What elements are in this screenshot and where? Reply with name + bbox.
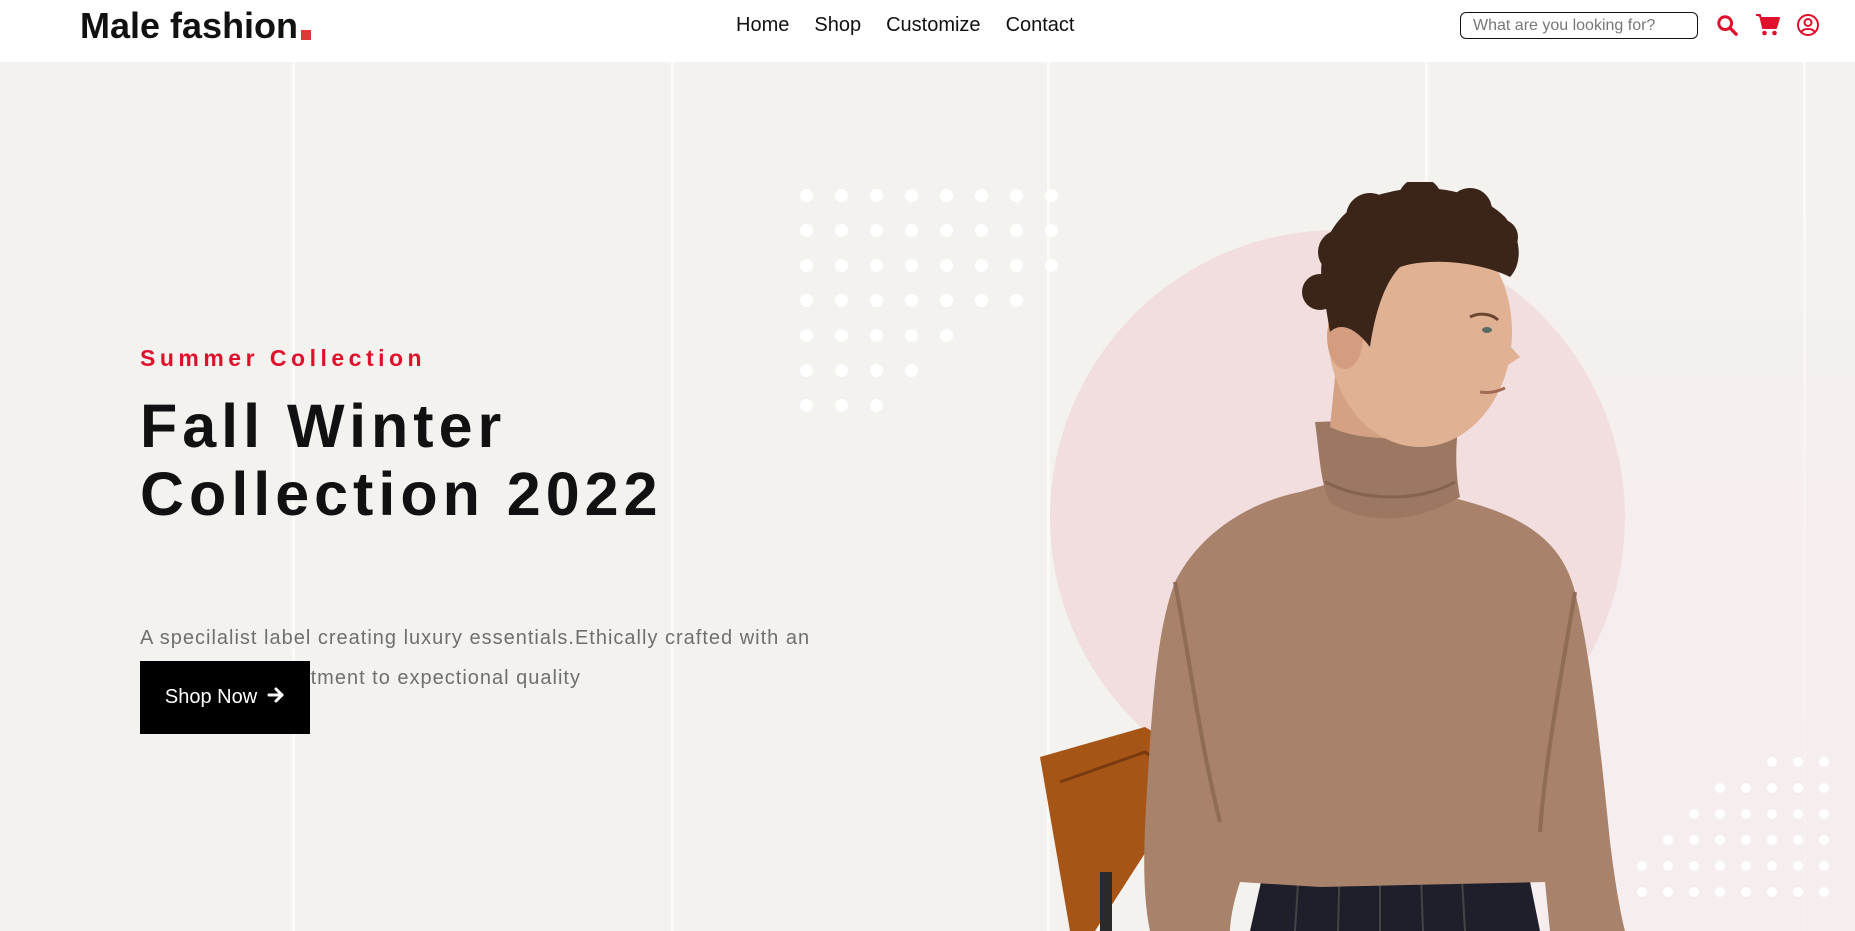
decorative-dot: [1715, 887, 1725, 897]
decorative-dot: [940, 259, 953, 272]
hero-title: Fall Winter Collection 2022: [140, 392, 860, 528]
decorative-dot: [870, 399, 883, 412]
decorative-dot: [1741, 835, 1751, 845]
nav-customize[interactable]: Customize: [886, 12, 980, 38]
logo-dot: [301, 30, 312, 40]
decorative-dot: [835, 329, 848, 342]
decorative-dot: [1741, 783, 1751, 793]
decorative-dot: [835, 364, 848, 377]
decorative-dot: [1767, 783, 1777, 793]
decorative-dot: [975, 189, 988, 202]
decorative-dot: [1819, 887, 1829, 897]
decorative-dot: [1793, 757, 1803, 767]
decorative-dot: [870, 259, 883, 272]
shop-now-button[interactable]: Shop Now: [140, 661, 310, 734]
decorative-dot: [870, 364, 883, 377]
decorative-dot: [800, 189, 813, 202]
decorative-dot: [800, 329, 813, 342]
decorative-dot: [1741, 809, 1751, 819]
decorative-dot: [940, 189, 953, 202]
site-header: Male fashion Home Shop Customize Contact: [0, 0, 1855, 62]
arrow-right-icon: [267, 686, 285, 710]
decorative-dot: [1793, 835, 1803, 845]
decorative-dot: [975, 224, 988, 237]
decorative-dot: [975, 259, 988, 272]
decorative-dot: [870, 294, 883, 307]
hero-title-line-2: Collection 2022: [140, 460, 663, 528]
decorative-dot: [1819, 783, 1829, 793]
decorative-dot: [940, 294, 953, 307]
decorative-dot: [800, 224, 813, 237]
decorative-dot: [870, 224, 883, 237]
search-input[interactable]: [1460, 12, 1698, 39]
main-nav: Home Shop Customize Contact: [736, 12, 1100, 38]
shop-now-label: Shop Now: [164, 686, 258, 708]
decorative-dot: [905, 329, 918, 342]
user-icon[interactable]: [1795, 12, 1821, 38]
decorative-dot: [870, 189, 883, 202]
decorative-dot: [1741, 887, 1751, 897]
nav-shop[interactable]: Shop: [814, 12, 861, 38]
hero-subtitle: Summer Collection: [140, 345, 427, 371]
decorative-dot: [1767, 809, 1777, 819]
decorative-dot: [905, 259, 918, 272]
cart-icon[interactable]: [1755, 12, 1781, 38]
decorative-dot: [1767, 757, 1777, 767]
decorative-dot: [1819, 835, 1829, 845]
logo[interactable]: Male fashion: [80, 4, 312, 48]
decorative-dot: [1715, 861, 1725, 871]
decorative-dot: [905, 364, 918, 377]
hero-section: Summer Collection Fall Winter Collection…: [0, 62, 1855, 931]
decorative-dot: [1767, 861, 1777, 871]
decorative-dot: [1819, 809, 1829, 819]
decorative-dot: [1715, 835, 1725, 845]
decorative-dot: [1793, 861, 1803, 871]
decorative-dot: [835, 294, 848, 307]
decorative-dot: [870, 329, 883, 342]
decorative-dot: [1767, 835, 1777, 845]
hero-model-image: [1040, 182, 1625, 931]
search-icon[interactable]: [1714, 12, 1740, 38]
decorative-dot: [940, 224, 953, 237]
decorative-dot: [1715, 783, 1725, 793]
decorative-dot: [1793, 887, 1803, 897]
decorative-dot: [975, 294, 988, 307]
nav-contact[interactable]: Contact: [1006, 12, 1075, 38]
decorative-dot: [1793, 783, 1803, 793]
decorative-dot: [835, 189, 848, 202]
decorative-dot: [1819, 861, 1829, 871]
decorative-dot: [1819, 757, 1829, 767]
decorative-dot: [940, 329, 953, 342]
decorative-dot: [800, 259, 813, 272]
decorative-dot: [800, 294, 813, 307]
logo-text: Male fashion: [80, 5, 299, 46]
decorative-dot: [905, 224, 918, 237]
decorative-dot: [1767, 887, 1777, 897]
decorative-dot: [1715, 809, 1725, 819]
decorative-dot: [1793, 809, 1803, 819]
decorative-dot: [905, 189, 918, 202]
decorative-dot: [905, 294, 918, 307]
decorative-dot: [835, 224, 848, 237]
nav-home[interactable]: Home: [736, 12, 789, 38]
hero-title-line-1: Fall Winter: [140, 392, 507, 460]
decorative-dot: [800, 364, 813, 377]
decorative-dot: [835, 259, 848, 272]
decorative-dot: [1741, 861, 1751, 871]
